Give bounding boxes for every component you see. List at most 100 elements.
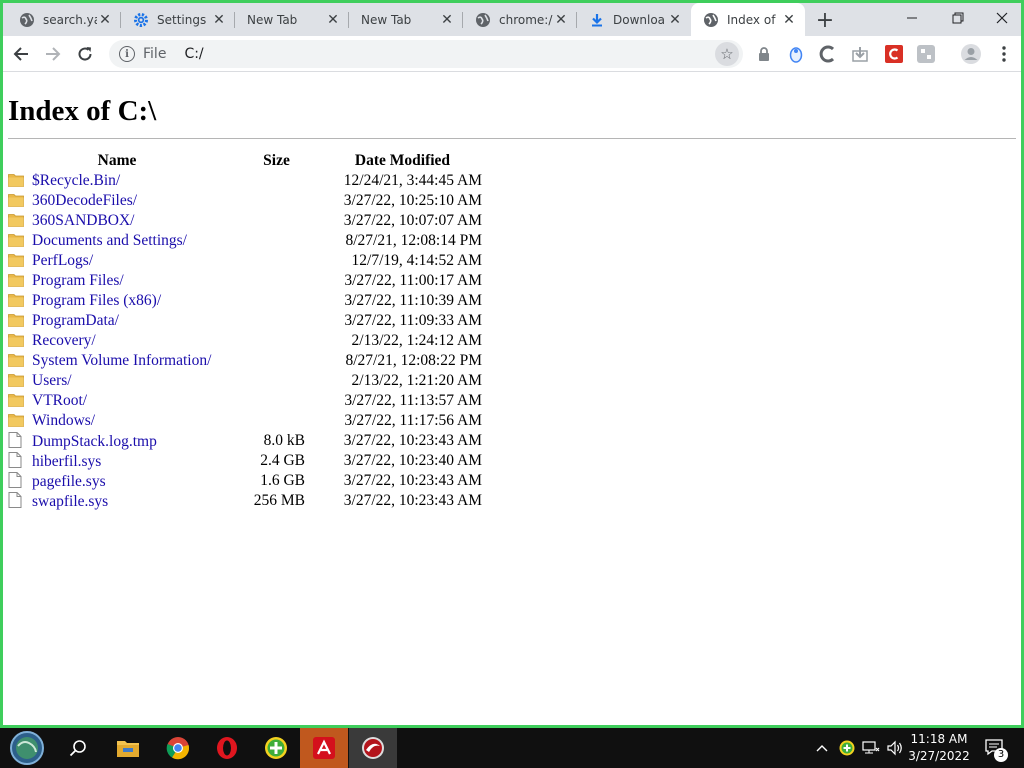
folder-link[interactable]: System Volume Information/ <box>32 352 211 369</box>
folder-link[interactable]: Recovery/ <box>32 332 96 349</box>
folder-link[interactable]: 360SANDBOX/ <box>32 212 134 229</box>
table-body: $Recycle.Bin/12/24/21, 3:44:45 AM 360Deco… <box>8 171 482 511</box>
folder-link[interactable]: ProgramData/ <box>32 312 119 329</box>
file-link[interactable]: swapfile.sys <box>32 493 108 510</box>
address-bar[interactable]: i File C:/ ☆ <box>109 40 743 68</box>
cell-size <box>240 231 305 251</box>
tab-settings[interactable]: Settings ✕ <box>121 3 235 36</box>
close-icon[interactable]: ✕ <box>553 12 569 28</box>
clock-date: 3/27/2022 <box>908 749 970 763</box>
column-header-date[interactable]: Date Modified <box>305 151 482 171</box>
table-row: pagefile.sys 1.6 GB 3/27/22, 10:23:43 AM <box>8 471 482 491</box>
clock-time: 11:18 AM <box>910 732 968 746</box>
folder-icon <box>8 173 24 187</box>
start-button[interactable] <box>3 728 51 768</box>
green-plus-app-icon[interactable] <box>252 728 300 768</box>
folder-link[interactable]: Documents and Settings/ <box>32 232 187 249</box>
restore-button[interactable] <box>935 3 981 33</box>
chrome-icon[interactable] <box>154 728 202 768</box>
close-icon[interactable]: ✕ <box>211 12 227 28</box>
globe-icon <box>703 12 719 28</box>
extension-download-icon[interactable] <box>851 45 869 63</box>
close-icon[interactable]: ✕ <box>325 12 341 28</box>
cell-name: Documents and Settings/ <box>8 231 240 251</box>
column-header-name[interactable]: Name <box>8 151 240 171</box>
tab-search[interactable]: search.ya ✕ <box>7 3 121 36</box>
tab-downloads[interactable]: Downloa ✕ <box>577 3 691 36</box>
menu-kebab-icon[interactable] <box>995 45 1013 63</box>
table-row: System Volume Information/8/27/21, 12:08… <box>8 351 482 371</box>
file-icon <box>8 471 24 488</box>
lock-icon[interactable] <box>755 45 773 63</box>
new-tab-button[interactable]: + <box>813 8 837 33</box>
table-row: Users/2/13/22, 1:21:20 AM <box>8 371 482 391</box>
globe-icon <box>19 12 35 28</box>
file-link[interactable]: hiberfil.sys <box>32 453 101 470</box>
folder-icon <box>8 413 24 427</box>
cell-date-modified: 3/27/22, 10:07:07 AM <box>343 212 482 229</box>
cell-size <box>240 411 305 431</box>
reload-button[interactable] <box>71 40 99 68</box>
folder-link[interactable]: $Recycle.Bin/ <box>32 172 120 189</box>
tab-new-tab-1[interactable]: New Tab ✕ <box>235 3 349 36</box>
forward-button[interactable] <box>39 40 67 68</box>
notification-center-button[interactable]: 3 <box>980 728 1010 768</box>
folder-link[interactable]: Windows/ <box>32 412 95 429</box>
cell-date-modified: 3/27/22, 10:23:43 AM <box>343 492 482 509</box>
file-explorer-icon[interactable] <box>104 728 152 768</box>
extension-shield-icon[interactable] <box>787 45 805 63</box>
extension-red-c-icon[interactable] <box>885 45 903 63</box>
folder-icon <box>8 393 24 407</box>
info-icon[interactable]: i <box>119 46 135 62</box>
tray-green-plus-icon[interactable] <box>836 728 858 768</box>
close-window-button[interactable] <box>979 3 1021 33</box>
folder-link[interactable]: PerfLogs/ <box>32 252 93 269</box>
search-icon[interactable] <box>54 728 102 768</box>
cell-date-modified: 12/7/19, 4:14:52 AM <box>351 252 482 269</box>
table-row: Program Files/3/27/22, 11:00:17 AM <box>8 271 482 291</box>
cell-size <box>240 311 305 331</box>
cell-date-modified: 2/13/22, 1:21:20 AM <box>351 372 482 389</box>
cell-date-modified: 3/27/22, 11:09:33 AM <box>344 312 482 329</box>
avira-icon[interactable] <box>300 728 348 768</box>
file-link[interactable]: pagefile.sys <box>32 473 106 490</box>
cell-date-modified: 3/27/22, 11:13:57 AM <box>344 392 482 409</box>
close-icon[interactable]: ✕ <box>781 12 797 28</box>
tab-chrome[interactable]: chrome:/ ✕ <box>463 3 577 36</box>
cell-size <box>240 191 305 211</box>
volume-icon[interactable] <box>884 728 906 768</box>
cell-size <box>240 371 305 391</box>
cell-date-modified: 3/27/22, 11:17:56 AM <box>344 412 482 429</box>
tab-new-tab-2[interactable]: New Tab ✕ <box>349 3 463 36</box>
taskbar-clock[interactable]: 11:18 AM 3/27/2022 <box>905 731 973 765</box>
app-swirl-icon[interactable] <box>349 728 397 768</box>
network-icon[interactable] <box>860 728 882 768</box>
table-row: VTRoot/3/27/22, 11:13:57 AM <box>8 391 482 411</box>
extension-gray-icon[interactable] <box>917 45 935 63</box>
cell-size <box>240 291 305 311</box>
profile-avatar-icon[interactable] <box>959 42 983 66</box>
star-icon[interactable]: ☆ <box>715 42 739 66</box>
folder-link[interactable]: Program Files/ <box>32 272 124 289</box>
cell-size <box>240 391 305 411</box>
back-button[interactable] <box>7 40 35 68</box>
extension-c-icon[interactable] <box>819 45 837 63</box>
close-icon[interactable]: ✕ <box>97 12 113 28</box>
file-link[interactable]: DumpStack.log.tmp <box>32 433 157 450</box>
cell-date-modified: 8/27/21, 12:08:14 PM <box>345 232 482 249</box>
column-header-size[interactable]: Size <box>240 151 305 171</box>
folder-link[interactable]: Users/ <box>32 372 72 389</box>
folder-link[interactable]: Program Files (x86)/ <box>32 292 161 309</box>
folder-link[interactable]: 360DecodeFiles/ <box>32 192 137 209</box>
cell-date-modified: 3/27/22, 10:25:10 AM <box>343 192 482 209</box>
folder-icon <box>8 313 24 327</box>
minimize-button[interactable] <box>889 3 935 33</box>
table-header-row: Name Size Date Modified <box>8 151 482 171</box>
folder-icon <box>8 273 24 287</box>
close-icon[interactable]: ✕ <box>667 12 683 28</box>
tab-index-of[interactable]: Index of ✕ <box>691 3 805 36</box>
opera-icon[interactable] <box>203 728 251 768</box>
folder-link[interactable]: VTRoot/ <box>32 392 87 409</box>
show-hidden-icons-chevron[interactable] <box>812 728 832 768</box>
close-icon[interactable]: ✕ <box>439 12 455 28</box>
